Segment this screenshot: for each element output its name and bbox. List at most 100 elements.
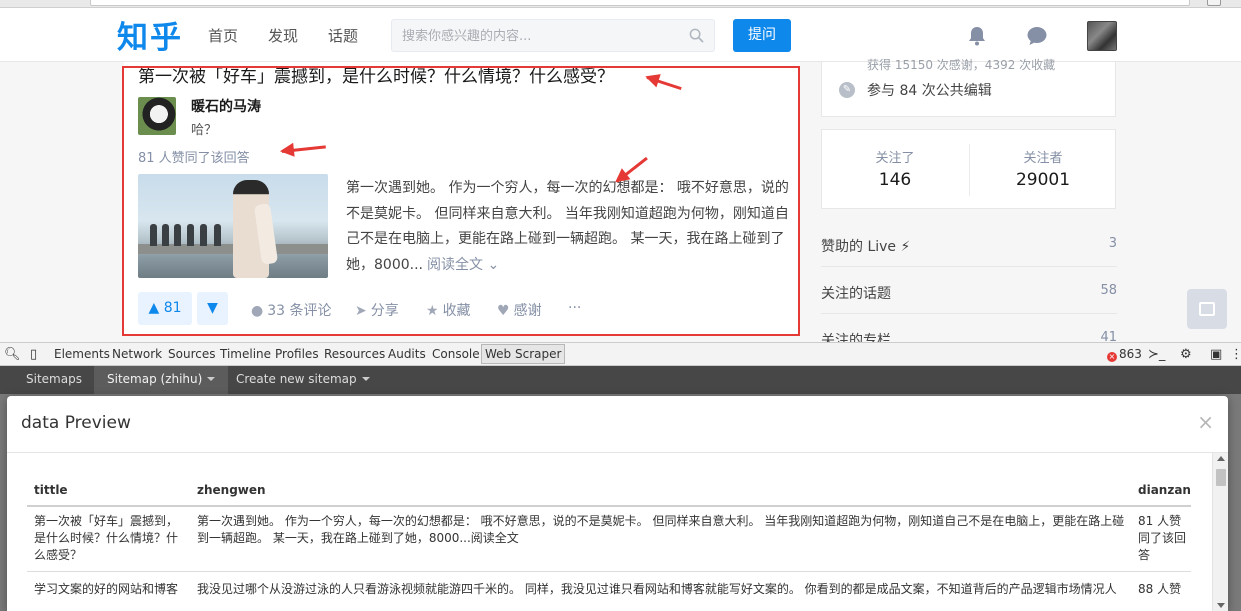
- error-icon: ×: [1107, 352, 1117, 362]
- comment-icon: ●: [251, 303, 264, 319]
- thanks-button[interactable]: ♥ 感谢: [497, 300, 542, 320]
- ask-button[interactable]: 提问: [733, 19, 791, 52]
- follow-stats: 关注了 146 关注者 29001: [821, 129, 1116, 209]
- share-label: 分享: [370, 303, 399, 319]
- more-button[interactable]: ···: [568, 300, 581, 316]
- floating-action-button[interactable]: [1187, 289, 1227, 329]
- answer-thumbnail[interactable]: [138, 174, 328, 278]
- sidebar-item-label: 赞助的 Live ⚡: [821, 239, 911, 255]
- nav-sitemaps[interactable]: Sitemaps: [26, 372, 82, 386]
- thanks-label: 感谢: [513, 303, 542, 319]
- device-icon[interactable]: ▯: [30, 347, 37, 362]
- nav-create-sitemap[interactable]: Create new sitemap: [236, 372, 370, 386]
- followers-value[interactable]: 29001: [970, 170, 1116, 190]
- scroll-up-icon[interactable]: [1217, 456, 1225, 461]
- sidebar-item-count: 58: [1100, 283, 1117, 298]
- tab-timeline[interactable]: Timeline: [220, 347, 271, 361]
- following-label[interactable]: 关注了: [822, 147, 968, 166]
- scroll-down-icon[interactable]: [1217, 603, 1225, 608]
- sidebar-item-topics[interactable]: 关注的话题 58: [821, 283, 1117, 303]
- sidebar-item-live[interactable]: 赞助的 Live ⚡ 3: [821, 236, 1117, 256]
- share-button[interactable]: ➤ 分享: [355, 300, 399, 320]
- triangle-down-icon: ▼: [207, 300, 218, 316]
- following-value[interactable]: 146: [822, 170, 968, 190]
- nav-topics[interactable]: 话题: [328, 25, 358, 46]
- scroll-thumb[interactable]: [1216, 469, 1226, 486]
- author-avatar[interactable]: [138, 97, 176, 135]
- address-bar[interactable]: [90, 0, 1190, 6]
- answer-excerpt[interactable]: 第一次遇到她。 作为一个穷人，每一次的幻想都是： 哦不好意思，说的不是莫妮卡。 …: [346, 176, 790, 278]
- heart-icon: ♥: [497, 303, 510, 319]
- tab-audits[interactable]: Audits: [388, 347, 426, 361]
- star-icon: ★: [426, 303, 439, 319]
- inspect-icon[interactable]: 🔍︎: [4, 347, 21, 362]
- tab-web-scraper[interactable]: Web Scraper: [481, 344, 566, 364]
- error-counter[interactable]: × 863: [1107, 347, 1142, 362]
- search-input[interactable]: [402, 27, 672, 45]
- sidebar-item-label: 关注的话题: [821, 286, 891, 302]
- inbox-icon: [1199, 302, 1215, 316]
- collect-label: 收藏: [442, 303, 471, 319]
- followers-label[interactable]: 关注者: [970, 147, 1116, 166]
- upvote-button[interactable]: ▲ 81: [138, 292, 192, 325]
- bell-icon[interactable]: [966, 25, 988, 47]
- modal-scrollbar[interactable]: [1212, 453, 1228, 611]
- question-title[interactable]: 第一次被「好车」震撼到，是什么时候？什么情境？什么感受？: [138, 62, 614, 87]
- caret-down-icon: [361, 377, 370, 381]
- cell-zhengwen: 我没见过哪个从没游过泳的人只看游泳视频就能游四千米的。 同样，我没见过谁只看网站…: [197, 582, 1117, 596]
- cell-dianzan: 81 人赞同了该回答: [1138, 514, 1187, 562]
- chat-icon[interactable]: [1026, 25, 1048, 47]
- window-button[interactable]: [1207, 0, 1221, 6]
- caret-down-icon: [207, 377, 216, 381]
- more-options-icon[interactable]: ⋮: [1230, 347, 1241, 362]
- read-more-label: 阅读全文: [426, 256, 483, 273]
- data-preview-modal: data Preview × tittle zhengwen dianzan 第…: [7, 396, 1228, 611]
- comments-button[interactable]: ● 33 条评论: [251, 300, 331, 320]
- nav-home[interactable]: 首页: [208, 25, 238, 46]
- create-sitemap-label: Create new sitemap: [236, 372, 357, 386]
- gear-icon[interactable]: ⚙: [1180, 347, 1192, 362]
- read-more-link[interactable]: 阅读全文 ⌄: [427, 257, 499, 273]
- vote-summary[interactable]: 81 人赞同了该回答: [138, 147, 250, 166]
- console-drawer-icon[interactable]: ≻_: [1148, 347, 1165, 362]
- public-edit-count: 参与 84 次公共编辑: [867, 83, 992, 99]
- cell-tittle: 学习文案的好的网站和博客: [34, 582, 179, 596]
- triangle-up-icon: ▲: [148, 300, 160, 316]
- preview-table: tittle zhengwen dianzan 第一次被「好车」震撼到，是什么时…: [7, 453, 1210, 611]
- zhihu-header: 知乎 首页 发现 话题 提问: [0, 8, 1241, 62]
- user-avatar[interactable]: [1087, 21, 1117, 51]
- cell-tittle: 第一次被「好车」震撼到，是什么时候？什么情境？什么感受？: [34, 514, 179, 562]
- author-name[interactable]: 暖石的马涛: [191, 96, 261, 116]
- zhihu-logo[interactable]: 知乎: [117, 12, 183, 57]
- nav-sitemap-zhihu[interactable]: Sitemap (zhihu): [94, 366, 229, 394]
- cell-zhengwen: 第一次遇到她。 作为一个穷人，每一次的幻想都是： 哦不好意思，说的不是莫妮卡。 …: [197, 514, 1125, 545]
- column-header-zhengwen: zhengwen: [197, 483, 266, 497]
- excerpt-text: 第一次遇到她。 作为一个穷人，每一次的幻想都是： 哦不好意思，说的不是莫妮卡。 …: [346, 180, 789, 273]
- tab-profiles[interactable]: Profiles: [275, 347, 319, 361]
- collect-button[interactable]: ★ 收藏: [426, 300, 471, 320]
- modal-title: data Preview: [21, 413, 131, 433]
- author-bio: 哈？: [191, 123, 218, 138]
- upvote-count: 81: [163, 300, 182, 316]
- thanks-stats: 获得 15150 次感谢，4392 次收藏: [867, 58, 1056, 72]
- sidebar-item-count: 3: [1108, 236, 1117, 251]
- pencil-icon: ✎: [839, 82, 855, 98]
- tab-resources[interactable]: Resources: [324, 347, 385, 361]
- search-icon[interactable]: [689, 28, 704, 43]
- tab-network[interactable]: Network: [112, 347, 162, 361]
- tab-elements[interactable]: Elements: [54, 347, 110, 361]
- column-header-tittle: tittle: [34, 483, 68, 497]
- tab-console[interactable]: Console: [432, 347, 480, 361]
- browser-chrome: [0, 0, 1241, 8]
- column-header-dianzan: dianzan: [1138, 483, 1191, 497]
- share-icon: ➤: [355, 303, 367, 319]
- devtools-toolbar: 🔍︎ ▯ Elements Network Sources Timeline P…: [0, 342, 1241, 366]
- search-box[interactable]: [391, 19, 715, 52]
- profile-achievements: 获得 15150 次感谢，4392 次收藏 ✎ 参与 84 次公共编辑: [821, 58, 1116, 117]
- tab-sources[interactable]: Sources: [168, 347, 215, 361]
- nav-explore[interactable]: 发现: [268, 25, 298, 46]
- downvote-button[interactable]: ▼: [197, 292, 228, 325]
- error-count: 863: [1119, 347, 1142, 361]
- close-icon[interactable]: ×: [1197, 410, 1214, 434]
- dock-icon[interactable]: ▣: [1210, 347, 1222, 362]
